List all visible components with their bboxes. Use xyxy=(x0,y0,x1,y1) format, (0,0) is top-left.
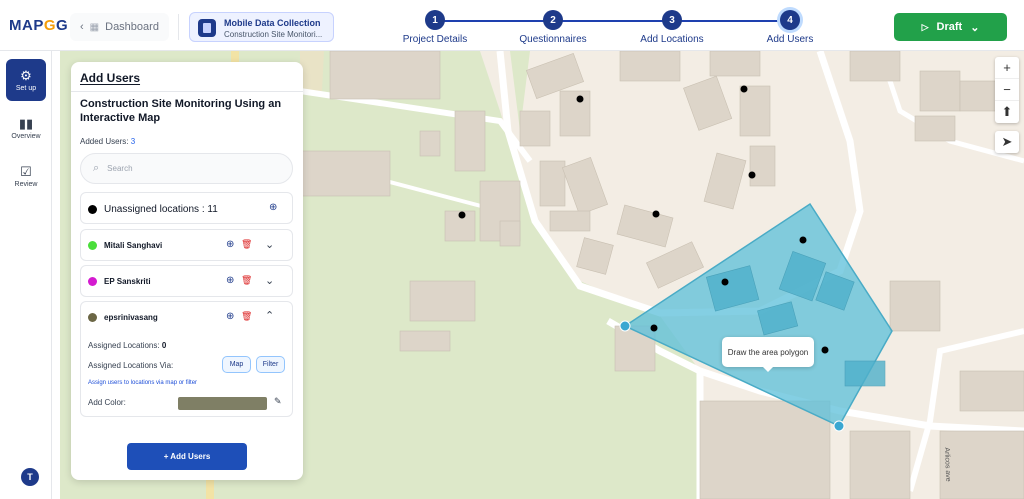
project-subtitle: Construction Site Monitori... xyxy=(224,30,323,39)
checkbox-icon: ☑ xyxy=(20,163,32,179)
user-color-dot xyxy=(88,313,97,322)
locate-control: ➤ xyxy=(995,131,1019,153)
zoom-out-button[interactable]: − xyxy=(995,79,1019,101)
bar-chart-icon: ▮▮ xyxy=(18,115,34,131)
rail-item-setup[interactable]: ⚙ Set up xyxy=(6,59,46,101)
filter-assign-button[interactable]: Filter xyxy=(256,356,285,373)
divider xyxy=(178,14,179,40)
stepper-line xyxy=(435,20,790,22)
assign-hint-link[interactable]: Assign users to locations via map or fil… xyxy=(88,380,197,386)
zoom-controls: + − ⬆ xyxy=(995,57,1019,123)
step-2-circle[interactable]: 2 xyxy=(543,10,563,30)
user-color-dot xyxy=(88,277,97,286)
dashboard-back-button[interactable]: ‹ ▦ Dashboard xyxy=(70,13,169,41)
document-icon xyxy=(198,19,216,37)
search-icon: ⌕ xyxy=(93,162,100,174)
step-4-circle[interactable]: 4 xyxy=(780,10,800,30)
locate-button[interactable]: ➤ xyxy=(995,131,1019,153)
trash-icon[interactable]: 🗑 xyxy=(241,275,252,286)
rail-item-label: Set up xyxy=(15,84,37,92)
project-selector[interactable]: Mobile Data Collection Construction Site… xyxy=(189,12,334,42)
step-4-label[interactable]: Add Users xyxy=(767,34,814,45)
chevron-down-icon: ⌄ xyxy=(970,21,980,34)
project-name: Construction Site Monitoring Using an In… xyxy=(80,98,282,124)
step-3-label[interactable]: Add Locations xyxy=(640,34,703,45)
play-icon: ▷ xyxy=(921,21,929,32)
zoom-in-button[interactable]: + xyxy=(995,57,1019,79)
panel-title: Add Users xyxy=(80,71,141,85)
search-box[interactable]: ⌕ xyxy=(80,153,293,184)
step-2-label[interactable]: Questionnaires xyxy=(519,34,586,45)
app-logo[interactable]: MAPGG xyxy=(9,17,68,34)
chevron-down-icon[interactable]: ⌄ xyxy=(265,274,274,287)
chevron-left-icon: ‹ xyxy=(80,21,84,33)
divider xyxy=(71,91,303,92)
unassigned-locations-card[interactable]: Unassigned locations : 11 ⊕ xyxy=(80,192,293,224)
add-color-label: Add Color: xyxy=(88,398,126,407)
project-title: Mobile Data Collection xyxy=(224,18,321,28)
rail-item-label: Overview xyxy=(11,132,41,140)
add-users-button[interactable]: + Add Users xyxy=(127,443,247,470)
top-bar: MAPGG ‹ ▦ Dashboard Mobile Data Collecti… xyxy=(0,0,1024,51)
grid-icon: ▦ xyxy=(89,21,100,33)
compass-button[interactable]: ⬆ xyxy=(995,101,1019,123)
user-color-dot xyxy=(88,241,97,250)
user-card[interactable]: Mitali Sanghavi ⊕ 🗑 ⌄ xyxy=(80,229,293,261)
add-users-panel: Add Users Construction Site Monitoring U… xyxy=(71,62,303,480)
user-name: EP Sanskriti xyxy=(104,277,151,286)
user-card[interactable]: EP Sanskriti ⊕ 🗑 ⌄ xyxy=(80,265,293,297)
unassigned-label: Unassigned locations : 11 xyxy=(104,204,218,215)
user-name: epsrinivasang xyxy=(104,313,158,322)
map-assign-button[interactable]: Map xyxy=(222,356,251,373)
zoom-to-icon[interactable]: ⊕ xyxy=(226,311,234,322)
street-label: Arlicos ave xyxy=(943,447,952,482)
rail-item-review[interactable]: ☑ Review xyxy=(6,155,46,197)
left-rail: ⚙ Set up ▮▮ Overview ☑ Review xyxy=(0,51,52,499)
step-1-circle[interactable]: 1 xyxy=(425,10,445,30)
zoom-to-icon[interactable]: ⊕ xyxy=(269,202,277,213)
draft-button[interactable]: ▷ Draft ⌄ xyxy=(894,13,1007,41)
added-users-count: Added Users: 3 xyxy=(80,137,136,146)
user-card-expanded[interactable]: epsrinivasang ⊕ 🗑 ⌃ Assigned Locations: … xyxy=(80,301,293,417)
zoom-to-icon[interactable]: ⊕ xyxy=(226,275,234,286)
dashboard-label: Dashboard xyxy=(105,21,159,33)
draft-label: Draft xyxy=(936,21,963,33)
user-name: Mitali Sanghavi xyxy=(104,241,163,250)
assigned-locations: Assigned Locations: 0 xyxy=(88,341,167,350)
step-1-label[interactable]: Project Details xyxy=(403,34,467,45)
pencil-icon[interactable]: ✎ xyxy=(274,396,282,407)
chevron-up-icon[interactable]: ⌃ xyxy=(265,309,274,322)
draw-polygon-tooltip: Draw the area polygon xyxy=(722,337,814,372)
step-3-circle[interactable]: 3 xyxy=(662,10,682,30)
assigned-via-label: Assigned Locations Via: xyxy=(88,361,174,370)
chevron-down-icon[interactable]: ⌄ xyxy=(265,238,274,251)
search-input[interactable] xyxy=(107,164,268,173)
color-dot xyxy=(88,205,97,214)
user-avatar[interactable]: T xyxy=(21,468,39,486)
trash-icon[interactable]: 🗑 xyxy=(241,239,252,250)
trash-icon[interactable]: 🗑 xyxy=(241,311,252,322)
gear-icon: ⚙ xyxy=(20,67,32,83)
zoom-to-icon[interactable]: ⊕ xyxy=(226,239,234,250)
color-swatch[interactable] xyxy=(178,397,267,410)
rail-item-label: Review xyxy=(14,180,38,188)
rail-item-overview[interactable]: ▮▮ Overview xyxy=(6,107,46,149)
